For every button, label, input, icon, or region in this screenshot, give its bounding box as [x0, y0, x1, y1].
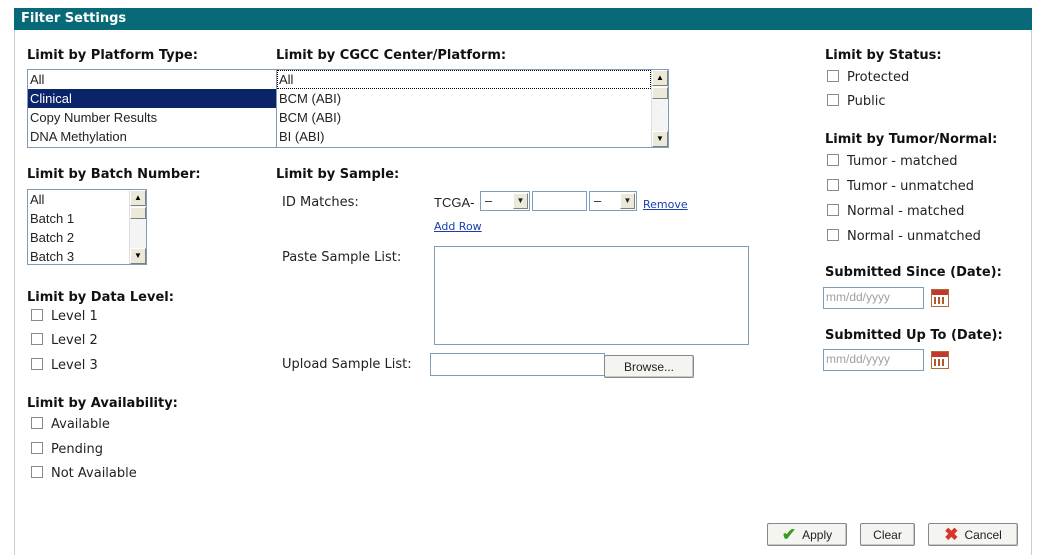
checkbox-pending[interactable]: Pending: [31, 441, 103, 459]
calendar-icon[interactable]: [931, 351, 949, 369]
checkbox-icon[interactable]: [827, 154, 839, 166]
checkmark-icon: ✔: [781, 524, 797, 544]
checkbox-icon[interactable]: [827, 70, 839, 82]
checkbox-label: Protected: [847, 70, 910, 85]
since-date-input[interactable]: mm/dd/yyyy: [823, 287, 924, 309]
browse-button[interactable]: Browse...: [604, 355, 694, 378]
clear-button[interactable]: Clear: [860, 523, 915, 546]
upload-sample-label: Upload Sample List:: [282, 357, 412, 372]
checkbox-label: Normal - matched: [847, 204, 965, 219]
checkbox-label: Not Available: [51, 466, 137, 481]
upto-date-input[interactable]: mm/dd/yyyy: [823, 349, 924, 371]
checkbox-label: Normal - unmatched: [847, 229, 981, 244]
checkbox-level-2[interactable]: Level 2: [31, 332, 98, 350]
batch-scrollbar[interactable]: ▲ ▼: [129, 190, 146, 264]
checkbox-level-3[interactable]: Level 3: [31, 357, 98, 375]
tumor-heading: Limit by Tumor/Normal:: [825, 132, 998, 147]
paste-sample-label: Paste Sample List:: [282, 250, 402, 265]
scroll-up-icon[interactable]: ▲: [130, 190, 146, 206]
center-option[interactable]: BI (ABI): [277, 127, 668, 146]
scroll-up-icon[interactable]: ▲: [652, 70, 668, 86]
cancel-button[interactable]: ✖ Cancel: [928, 523, 1018, 546]
apply-button[interactable]: ✔ Apply: [767, 523, 847, 546]
platform-option-selected[interactable]: Clinical: [28, 89, 276, 108]
platform-option[interactable]: DNA Methylation: [28, 127, 276, 146]
checkbox-available[interactable]: Available: [31, 416, 110, 434]
checkbox-not-available[interactable]: Not Available: [31, 465, 137, 483]
browse-label: Browse...: [623, 359, 674, 374]
upload-file-input[interactable]: [430, 353, 605, 376]
checkbox-icon[interactable]: [827, 94, 839, 106]
availability-heading: Limit by Availability:: [27, 396, 178, 411]
close-icon: ✖: [944, 524, 959, 544]
scroll-thumb[interactable]: [130, 207, 146, 219]
checkbox-label: Available: [51, 417, 110, 432]
checkbox-public[interactable]: Public: [827, 93, 885, 111]
center-option[interactable]: BCM (ABI): [277, 89, 668, 108]
select-value: –: [594, 193, 602, 208]
data-level-heading: Limit by Data Level:: [27, 290, 174, 305]
checkbox-tumor-matched[interactable]: Tumor - matched: [827, 153, 958, 171]
checkbox-icon[interactable]: [827, 204, 839, 216]
platform-heading: Limit by Platform Type:: [27, 48, 198, 63]
chevron-down-icon[interactable]: ▼: [620, 193, 635, 209]
checkbox-level-1[interactable]: Level 1: [31, 308, 98, 326]
id-part-select-1[interactable]: – ▼: [480, 191, 530, 211]
clear-label: Clear: [873, 527, 902, 542]
checkbox-icon[interactable]: [827, 229, 839, 241]
center-option[interactable]: BCM (ABI): [277, 108, 668, 127]
batch-heading: Limit by Batch Number:: [27, 167, 201, 182]
id-part-input[interactable]: [532, 191, 587, 211]
checkbox-icon[interactable]: [31, 358, 43, 370]
checkbox-icon[interactable]: [827, 179, 839, 191]
checkbox-label: Level 2: [51, 333, 98, 348]
cancel-label: Cancel: [964, 527, 1002, 542]
id-prefix: TCGA-: [434, 195, 475, 210]
upto-heading: Submitted Up To (Date):: [825, 328, 1003, 343]
checkbox-label: Level 3: [51, 358, 98, 373]
calendar-icon[interactable]: [931, 289, 949, 307]
checkbox-tumor-unmatched[interactable]: Tumor - unmatched: [827, 178, 974, 196]
center-heading: Limit by CGCC Center/Platform:: [276, 48, 507, 63]
checkbox-label: Pending: [51, 442, 103, 457]
checkbox-label: Tumor - unmatched: [847, 179, 974, 194]
batch-listbox[interactable]: All Batch 1 Batch 2 Batch 3 ▲ ▼: [27, 189, 147, 265]
scroll-thumb[interactable]: [652, 87, 668, 99]
checkbox-icon[interactable]: [31, 309, 43, 321]
center-scrollbar[interactable]: ▲ ▼: [651, 70, 668, 147]
platform-option[interactable]: All: [28, 70, 276, 89]
checkbox-icon[interactable]: [31, 442, 43, 454]
checkbox-label: Public: [847, 94, 886, 109]
paste-sample-textarea[interactable]: [434, 246, 749, 345]
checkbox-icon[interactable]: [31, 466, 43, 478]
remove-row-link[interactable]: Remove: [643, 198, 688, 211]
id-part-select-2[interactable]: – ▼: [589, 191, 637, 211]
checkbox-protected[interactable]: Protected: [827, 69, 909, 87]
dialog-titlebar: Filter Settings: [0, 0, 1037, 30]
apply-label: Apply: [802, 527, 833, 542]
checkbox-normal-unmatched[interactable]: Normal - unmatched: [827, 228, 981, 246]
checkbox-normal-matched[interactable]: Normal - matched: [827, 203, 964, 221]
checkbox-icon[interactable]: [31, 333, 43, 345]
select-value: –: [485, 193, 493, 208]
since-heading: Submitted Since (Date):: [825, 265, 1002, 280]
checkbox-icon[interactable]: [31, 417, 43, 429]
dialog-title: Filter Settings: [14, 8, 1032, 30]
sample-heading: Limit by Sample:: [276, 167, 400, 182]
checkbox-label: Tumor - matched: [847, 154, 958, 169]
scroll-down-icon[interactable]: ▼: [130, 248, 146, 264]
id-matches-label: ID Matches:: [282, 195, 359, 210]
checkbox-label: Level 1: [51, 309, 98, 324]
platform-listbox[interactable]: All Clinical Copy Number Results DNA Met…: [27, 69, 277, 148]
center-listbox[interactable]: All BCM (ABI) BCM (ABI) BI (ABI) ▲ ▼: [276, 69, 669, 148]
scroll-down-icon[interactable]: ▼: [652, 131, 668, 147]
chevron-down-icon[interactable]: ▼: [513, 193, 528, 209]
status-heading: Limit by Status:: [825, 48, 942, 63]
center-option[interactable]: All: [277, 70, 651, 89]
add-row-link[interactable]: Add Row: [434, 220, 482, 233]
platform-option[interactable]: Copy Number Results: [28, 108, 276, 127]
